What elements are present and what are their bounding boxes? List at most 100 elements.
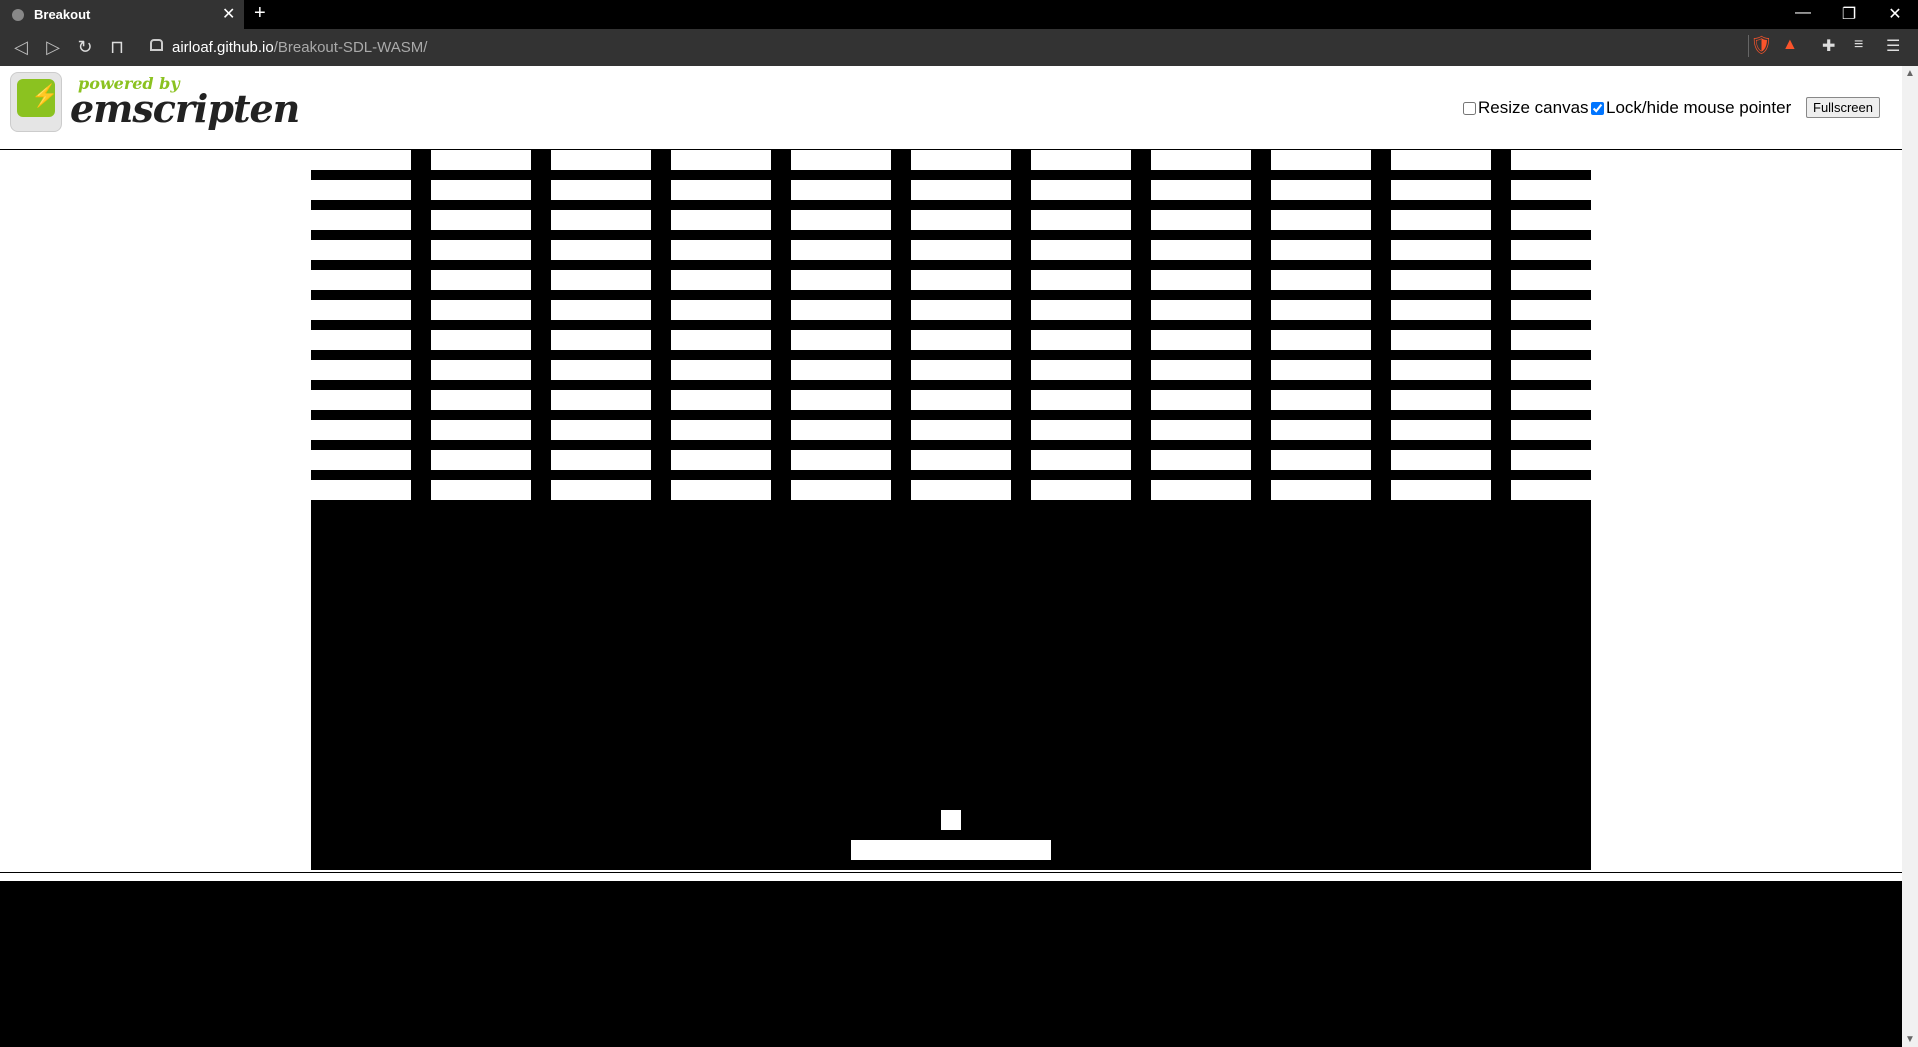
brick: [791, 450, 891, 470]
paddle[interactable]: [851, 840, 1051, 860]
brick: [1031, 210, 1131, 230]
browser-tab[interactable]: Breakout ✕: [0, 0, 244, 29]
canvas-container: [0, 149, 1902, 873]
brick: [551, 150, 651, 170]
brick: [431, 240, 531, 260]
browser-toolbar: ◁ ▷ ↻ ⊓ airloaf.github.io/Breakout-SDL-W…: [0, 29, 1918, 66]
tab-title: Breakout: [34, 7, 91, 22]
brick: [671, 450, 771, 470]
brave-shield-icon[interactable]: 🛡: [1750, 35, 1773, 55]
brick: [431, 450, 531, 470]
brick: [431, 180, 531, 200]
brick: [791, 390, 891, 410]
brick: [1151, 420, 1251, 440]
brick: [671, 150, 771, 170]
brick: [911, 300, 1011, 320]
brick: [311, 390, 411, 410]
brick: [671, 210, 771, 230]
brick: [431, 210, 531, 230]
brick: [551, 360, 651, 380]
brick: [1271, 360, 1371, 380]
ball: [941, 810, 961, 830]
brick: [1391, 180, 1491, 200]
page-scrollbar[interactable]: ▲ ▼: [1902, 66, 1918, 1047]
brick: [1151, 330, 1251, 350]
brick: [1391, 420, 1491, 440]
brick: [1031, 390, 1131, 410]
lock-pointer-option[interactable]: Lock/hide mouse pointer: [1591, 98, 1791, 118]
page-content: ⚡ powered by emscripten Resize canvas Lo…: [0, 66, 1902, 1047]
brick: [311, 270, 411, 290]
lock-pointer-checkbox[interactable]: [1591, 102, 1604, 116]
new-tab-icon[interactable]: +: [254, 2, 266, 25]
emscripten-logo[interactable]: ⚡: [10, 72, 62, 132]
brick: [1271, 330, 1371, 350]
globe-icon: [12, 9, 24, 21]
resize-canvas-checkbox[interactable]: [1463, 102, 1476, 116]
brick: [1511, 420, 1591, 440]
brick: [1031, 420, 1131, 440]
output-console: [0, 881, 1902, 1047]
brick: [1511, 480, 1591, 500]
close-window-icon[interactable]: ✕: [1880, 4, 1910, 24]
lock-icon: [150, 39, 163, 51]
bookmark-icon[interactable]: ⊓: [106, 37, 128, 58]
brick: [1391, 390, 1491, 410]
brick: [1391, 330, 1491, 350]
brick: [1271, 180, 1371, 200]
scroll-down-icon[interactable]: ▼: [1905, 1034, 1915, 1045]
brick: [791, 240, 891, 260]
brick: [1151, 150, 1251, 170]
rewards-icon[interactable]: ▲: [1782, 36, 1798, 56]
lock-pointer-label: Lock/hide mouse pointer: [1606, 98, 1792, 117]
minimize-icon[interactable]: —: [1788, 4, 1818, 22]
brick: [1151, 240, 1251, 260]
brick: [791, 360, 891, 380]
brick: [431, 150, 531, 170]
close-tab-icon[interactable]: ✕: [222, 4, 235, 24]
brick: [1511, 360, 1591, 380]
brick: [1511, 240, 1591, 260]
brick: [1271, 300, 1371, 320]
brick: [1391, 270, 1491, 290]
brick: [791, 150, 891, 170]
brick: [1391, 300, 1491, 320]
brick: [1391, 360, 1491, 380]
brick: [1511, 180, 1591, 200]
address-bar[interactable]: airloaf.github.io/Breakout-SDL-WASM/: [136, 33, 1736, 62]
brick: [311, 330, 411, 350]
brick: [1151, 450, 1251, 470]
restore-icon[interactable]: ❐: [1834, 4, 1864, 24]
brick: [1391, 210, 1491, 230]
brick: [1151, 180, 1251, 200]
brick: [431, 390, 531, 410]
brick: [671, 360, 771, 380]
brick: [791, 210, 891, 230]
brick: [911, 150, 1011, 170]
forward-icon[interactable]: ▷: [42, 37, 64, 58]
brick: [791, 180, 891, 200]
fullscreen-button[interactable]: Fullscreen: [1806, 97, 1880, 118]
brick: [911, 450, 1011, 470]
url-path: /Breakout-SDL-WASM/: [273, 39, 428, 56]
brick: [1031, 240, 1131, 260]
menu-icon[interactable]: ☰: [1886, 36, 1900, 56]
brick: [1391, 480, 1491, 500]
brick: [1031, 450, 1131, 470]
brick: [551, 180, 651, 200]
scroll-up-icon[interactable]: ▲: [1905, 68, 1915, 79]
extensions-icon[interactable]: ✚: [1822, 36, 1835, 56]
back-icon[interactable]: ◁: [10, 37, 32, 58]
brick: [311, 420, 411, 440]
reload-icon[interactable]: ↻: [74, 37, 96, 58]
brick: [431, 270, 531, 290]
brick: [1031, 480, 1131, 500]
brick: [1151, 210, 1251, 230]
playlist-icon[interactable]: ≡: [1854, 36, 1863, 56]
brick: [671, 240, 771, 260]
resize-canvas-option[interactable]: Resize canvas: [1463, 98, 1589, 118]
brick: [671, 330, 771, 350]
logo-badge: ⚡: [17, 79, 58, 117]
game-canvas[interactable]: [311, 150, 1591, 870]
brick: [311, 360, 411, 380]
